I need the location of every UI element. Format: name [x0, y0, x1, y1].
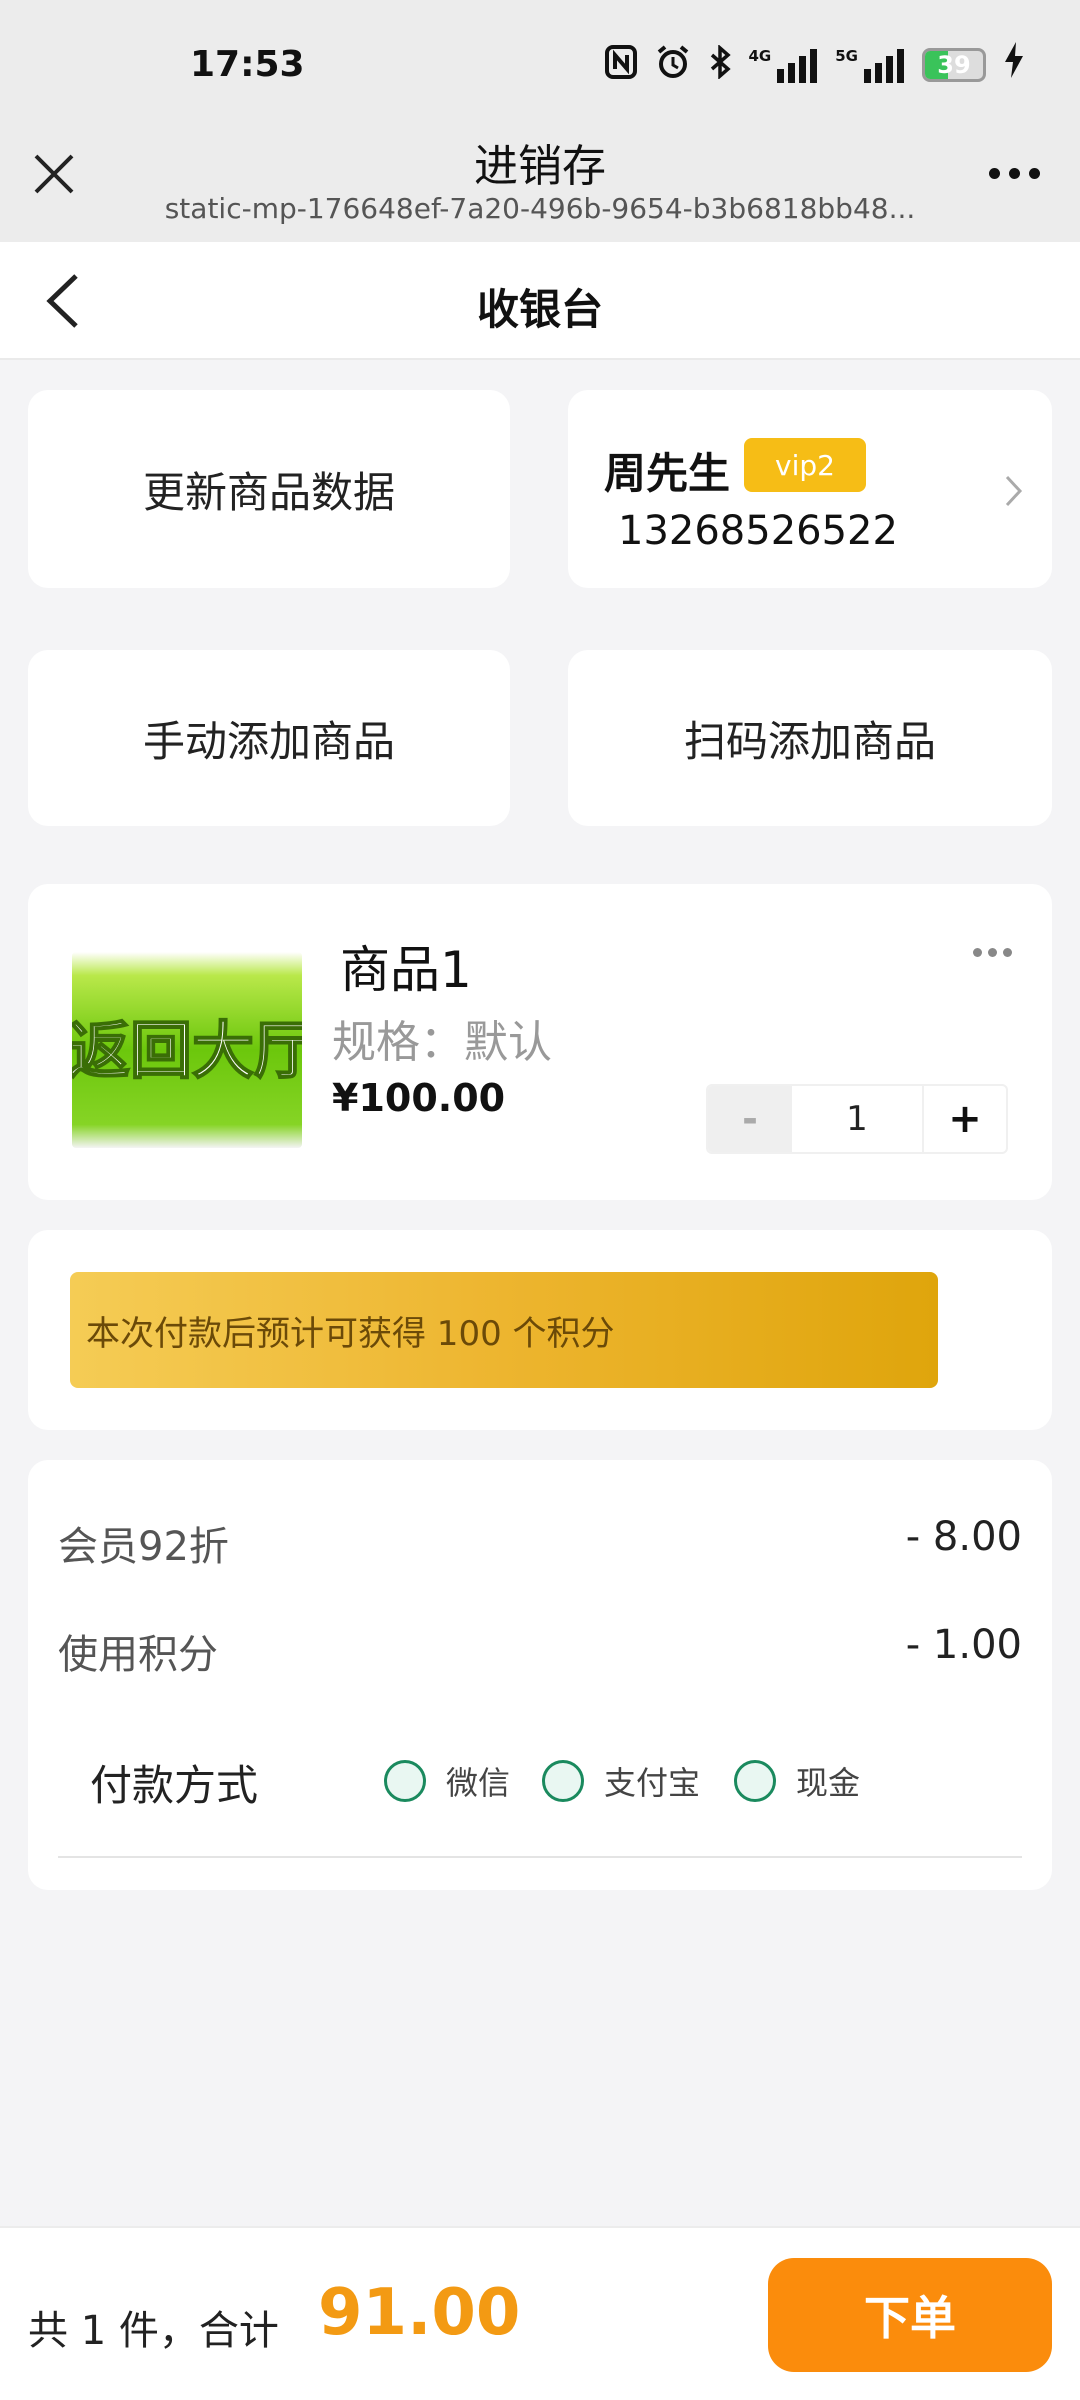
total-amount: 91.00 — [318, 2276, 521, 2350]
member-name: 周先生 — [604, 449, 731, 498]
points-used-label: 使用积分 — [58, 1632, 218, 1678]
signal-5g-icon: 5G — [835, 47, 904, 83]
quantity-value[interactable]: 1 — [792, 1086, 924, 1152]
more-menu-icon[interactable] — [989, 168, 1040, 179]
alarm-icon — [655, 44, 691, 86]
member-card[interactable]: 周先生 vip2 13268526522 — [568, 390, 1052, 588]
page-title: 收银台 — [476, 285, 603, 334]
quantity-stepper: - 1 + — [706, 1084, 1008, 1154]
radio-icon[interactable] — [542, 1760, 584, 1802]
svg-text:返回大厅: 返回大厅 — [72, 1014, 302, 1087]
manual-add-label: 手动添加商品 — [142, 716, 395, 766]
manual-add-button[interactable]: 手动添加商品 — [28, 650, 510, 826]
mini-program-title: 进销存 — [474, 141, 606, 192]
update-products-button[interactable]: 更新商品数据 — [28, 390, 510, 588]
payment-method-label: 付款方式 — [90, 1761, 259, 1810]
bluetooth-icon — [709, 43, 731, 85]
divider — [58, 1856, 1022, 1858]
page-navbar: 收银台 — [0, 242, 1080, 360]
discount-value: - 8.00 — [905, 1514, 1022, 1560]
nfc-icon — [604, 44, 637, 85]
decrease-button[interactable]: - — [708, 1086, 792, 1152]
summary-card: 会员92折 - 8.00 使用积分 - 1.00 付款方式 微信 支付宝 现金 — [28, 1460, 1052, 1890]
payment-option-label: 微信 — [446, 1764, 511, 1802]
top-header: 17:53 4G 5G 39 进销存 static-mp-176648ef-7a… — [0, 0, 1080, 242]
vip-badge: vip2 — [744, 438, 866, 492]
charging-icon — [1004, 42, 1024, 87]
mini-program-url: static-mp-176648ef-7a20-496b-9654-b3b681… — [164, 192, 916, 225]
scan-add-label: 扫码添加商品 — [683, 716, 936, 766]
points-used-value: - 1.00 — [905, 1622, 1022, 1668]
payment-option-wechat[interactable]: 微信 — [384, 1758, 510, 1804]
cart-item-card: 返回大厅 商品1 规格：默认 ¥100.00 - 1 + — [28, 884, 1052, 1200]
payment-option-label: 现金 — [796, 1764, 861, 1802]
product-name: 商品1 — [340, 941, 472, 999]
item-more-icon[interactable] — [973, 948, 1012, 957]
increase-button[interactable]: + — [924, 1086, 1006, 1152]
product-spec: 规格：默认 — [332, 1017, 552, 1068]
place-order-button[interactable]: 下单 — [768, 2258, 1052, 2372]
status-icons: 4G 5G 39 — [604, 42, 1025, 87]
status-time: 17:53 — [190, 44, 305, 85]
points-notice: 本次付款后预计可获得 100 个积分 — [70, 1272, 938, 1388]
signal-4g-icon: 4G — [749, 47, 818, 83]
payment-option-label: 支付宝 — [604, 1764, 701, 1802]
product-price: ¥100.00 — [332, 1076, 506, 1120]
product-thumbnail: 返回大厅 — [72, 952, 302, 1148]
points-card: 本次付款后预计可获得 100 个积分 — [28, 1230, 1052, 1430]
discount-label: 会员92折 — [58, 1524, 229, 1570]
radio-icon[interactable] — [734, 1760, 776, 1802]
radio-icon[interactable] — [384, 1760, 426, 1802]
chevron-right-icon — [1004, 474, 1024, 508]
member-phone: 13268526522 — [618, 508, 898, 554]
update-products-label: 更新商品数据 — [142, 467, 395, 517]
total-prefix: 共 1 件，合计 — [28, 2308, 279, 2354]
checkout-bar: 共 1 件，合计 91.00 下单 — [0, 2226, 1080, 2400]
payment-option-alipay[interactable]: 支付宝 — [542, 1758, 700, 1804]
payment-option-cash[interactable]: 现金 — [734, 1758, 860, 1804]
battery-icon: 39 — [922, 47, 986, 82]
scan-add-button[interactable]: 扫码添加商品 — [568, 650, 1052, 826]
